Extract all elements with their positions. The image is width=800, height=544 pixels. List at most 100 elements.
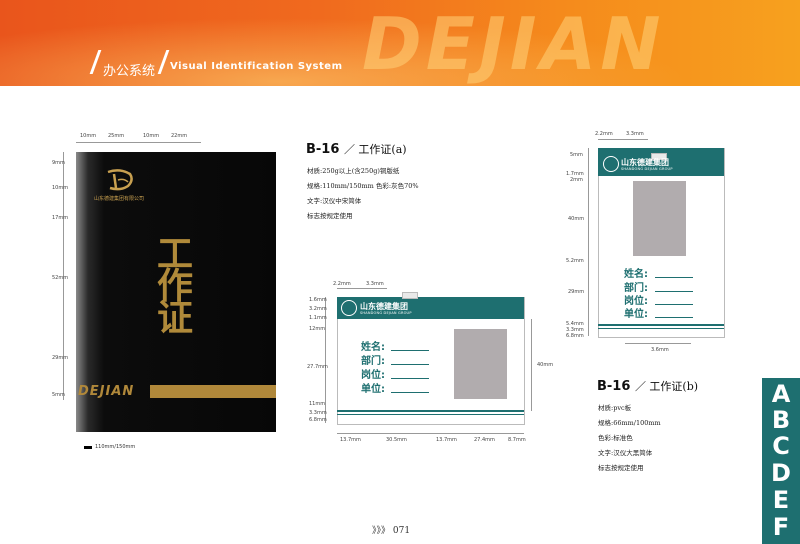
spec-line: 文字:汉仪中宋简体	[307, 197, 362, 205]
field-label-name: 姓名:	[624, 269, 648, 280]
spec-line: 规格:66mm/100mm	[598, 419, 661, 427]
spec-line: 色彩:标准色	[598, 434, 633, 442]
section-title-en: Visual Identification System	[170, 61, 343, 72]
card-brand-word: DEJIAN	[78, 384, 135, 399]
dimension-label: 3.6mm	[651, 347, 669, 353]
dimension-label: 2.2mm	[333, 281, 351, 287]
field-underline	[655, 277, 693, 278]
group-name-en: SHANDONG DEJIAN GROUP	[621, 167, 673, 171]
dimension-line	[598, 139, 648, 140]
dimension-label: 2mm	[570, 177, 583, 183]
field-label-unit: 单位:	[624, 309, 648, 320]
dimension-label: 9mm	[52, 160, 65, 166]
dimension-label: 13.7mm	[340, 437, 361, 443]
dimension-label: 5mm	[570, 152, 583, 158]
dejian-logo-icon	[107, 169, 133, 191]
spec-line: 材质:pvc板	[598, 404, 632, 412]
dimension-line	[531, 319, 532, 411]
card-footer-line	[337, 414, 524, 415]
section-index-f[interactable]: F	[762, 515, 800, 539]
photo-placeholder	[454, 329, 507, 399]
dimension-label: 29mm	[52, 355, 69, 361]
dimension-label: 3.3mm	[309, 410, 327, 416]
section-index-e[interactable]: E	[762, 488, 800, 512]
card-title-char: 证	[157, 297, 194, 339]
field-underline	[391, 392, 429, 393]
field-underline	[391, 364, 429, 365]
spec-name: ／ 工作证(a)	[343, 143, 407, 156]
gold-stripe	[150, 385, 276, 398]
spec-line: 标志按规定使用	[307, 212, 353, 220]
field-label-post: 岗位:	[361, 370, 385, 381]
company-name: 山东德建集团有限公司	[94, 196, 145, 202]
dimension-line	[337, 433, 524, 434]
dimension-label: 12mm	[309, 326, 326, 332]
spec-line: 材质:250g以上(含250g)铜版纸	[307, 167, 400, 175]
spec-b-title: B-16 ／ 工作证(b)	[597, 378, 698, 394]
dimension-label: 10mm	[52, 185, 69, 191]
dimension-label: 1.1mm	[309, 315, 327, 321]
dimension-line	[76, 142, 201, 143]
group-logo-icon	[603, 156, 619, 172]
dimension-line	[588, 148, 589, 336]
section-index-a[interactable]: A	[762, 382, 800, 406]
lanyard-slot	[402, 292, 418, 299]
dimension-label: 27.7mm	[307, 364, 328, 370]
field-underline	[391, 350, 429, 351]
dimension-label: 29mm	[568, 289, 585, 295]
dimension-label: 5.2mm	[566, 258, 584, 264]
dimension-label: 27.4mm	[474, 437, 495, 443]
dimension-label: 3.3mm	[366, 281, 384, 287]
group-name-en: SHANDONG DEJIAN GROUP	[360, 311, 412, 315]
field-label-name: 姓名:	[361, 342, 385, 353]
dimension-label: 25mm	[108, 133, 125, 139]
group-logo-icon	[341, 300, 357, 316]
dimension-label: 30.5mm	[386, 437, 407, 443]
field-underline	[655, 291, 693, 292]
photo-placeholder	[633, 181, 686, 256]
dimension-label: 8.7mm	[508, 437, 526, 443]
dimension-label: 52mm	[52, 275, 69, 281]
spec-a-title: B-16 ／ 工作证(a)	[306, 141, 407, 157]
spec-code: B-16	[597, 379, 631, 394]
dimension-label: 10mm	[143, 133, 160, 139]
field-label-dept: 部门:	[361, 356, 385, 367]
spec-line: 规格:110mm/150mm 色彩:灰色70%	[307, 182, 419, 190]
dimension-label: 10mm	[80, 133, 97, 139]
dimension-label: 6.8mm	[566, 333, 584, 339]
dimension-label: 1.6mm	[309, 297, 327, 303]
spec-code: B-16	[306, 142, 340, 157]
spec-line: 标志按规定使用	[598, 464, 644, 472]
dimension-line	[337, 288, 387, 289]
spec-name: ／ 工作证(b)	[634, 380, 699, 393]
header-banner: DEJIAN 办公系统 Visual Identification System	[0, 0, 800, 86]
dimension-label: 5mm	[52, 392, 65, 398]
dimension-label: 22mm	[171, 133, 188, 139]
dimension-line	[625, 343, 691, 344]
section-index-c[interactable]: C	[762, 434, 800, 458]
card-footer-line	[337, 410, 524, 412]
dimension-label: 11mm	[309, 401, 326, 407]
dimension-label: 2.2mm	[595, 131, 613, 137]
size-label: 110mm/150mm	[95, 444, 136, 450]
dimension-label: 3.3mm	[626, 131, 644, 137]
dimension-label: 6.8mm	[309, 417, 327, 423]
field-underline	[655, 317, 693, 318]
card-footer-line	[598, 324, 724, 326]
page-number: 》》》 071	[372, 526, 411, 536]
section-index-d[interactable]: D	[762, 461, 800, 485]
size-swatch	[84, 446, 92, 449]
field-underline	[391, 378, 429, 379]
dimension-label: 13.7mm	[436, 437, 457, 443]
dimension-label: 17mm	[52, 215, 69, 221]
section-title-cn: 办公系统	[103, 64, 156, 79]
field-label-unit: 单位:	[361, 384, 385, 395]
dimension-label: 3.2mm	[309, 306, 327, 312]
dimension-label: 40mm	[537, 362, 554, 368]
spec-line: 文字:汉仪大黑简体	[598, 449, 653, 457]
field-underline	[655, 304, 693, 305]
dimension-label: 40mm	[568, 216, 585, 222]
banner-brand-word: DEJIAN	[362, 2, 665, 86]
card-footer-line	[598, 328, 724, 329]
section-index-b[interactable]: B	[762, 408, 800, 432]
